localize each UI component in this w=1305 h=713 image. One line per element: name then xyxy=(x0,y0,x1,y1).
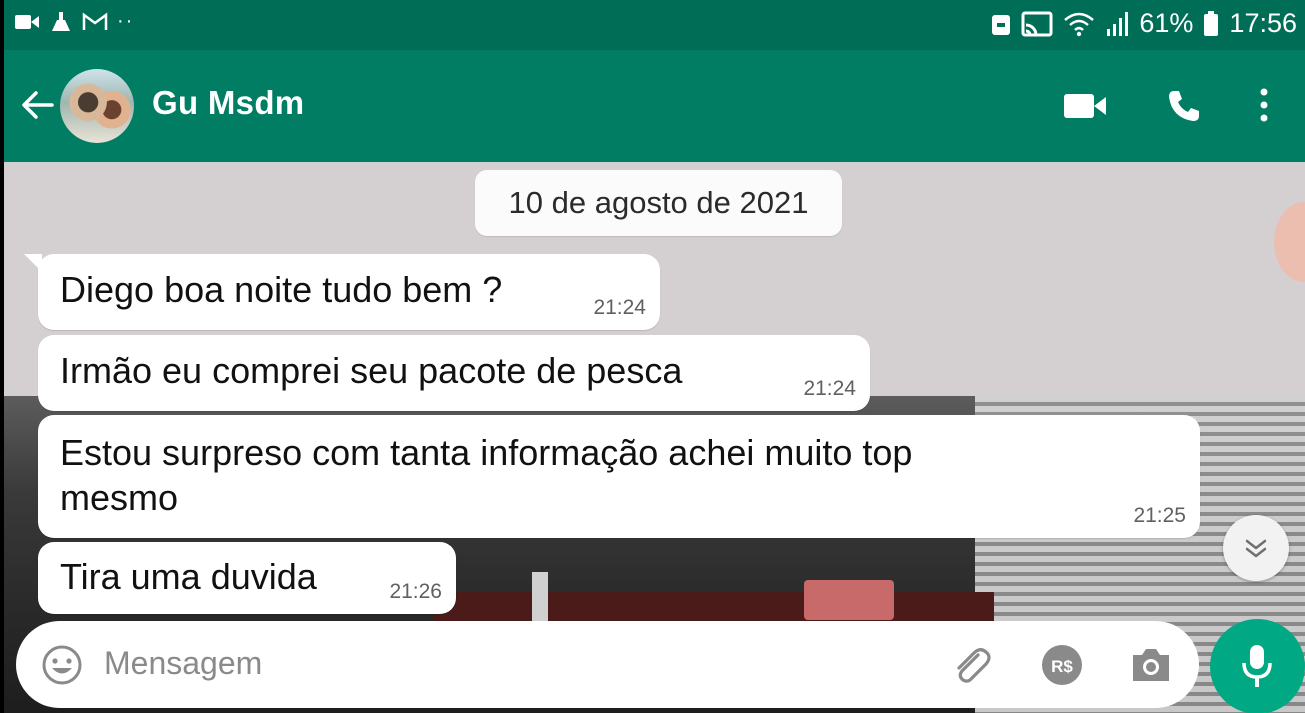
contact-name[interactable]: Gu Msdm xyxy=(152,84,304,122)
floating-bubble-edge[interactable] xyxy=(1274,202,1305,282)
payment-icon[interactable]: R$ xyxy=(1040,643,1084,687)
message-bubble[interactable]: Estou surpreso com tanta informação ache… xyxy=(38,415,1200,538)
message-text-line1: Estou surpreso com tanta informação ache… xyxy=(60,432,913,473)
message-bubble[interactable]: Diego boa noite tudo bem ? 21:24 xyxy=(24,254,660,330)
mic-icon xyxy=(1242,645,1272,687)
scroll-to-bottom-button[interactable] xyxy=(1223,515,1289,581)
whatsapp-screen: ·· 61% 17:56 Gu Msdm 10 de agosto de 202… xyxy=(4,0,1305,713)
date-separator: 10 de agosto de 2021 xyxy=(475,170,842,236)
message-text: Irmão eu comprei seu pacote de pesca xyxy=(60,350,683,391)
contact-avatar[interactable] xyxy=(60,69,134,143)
status-right-icons: 61% 17:56 xyxy=(991,8,1297,39)
cast-icon xyxy=(1021,11,1053,36)
message-time: 21:24 xyxy=(593,296,646,319)
message-bubble[interactable]: Tira uma duvida 21:26 xyxy=(38,542,456,614)
date-label: 10 de agosto de 2021 xyxy=(508,185,809,220)
status-bar: ·· 61% 17:56 xyxy=(4,0,1305,50)
wallpaper-box xyxy=(804,580,894,620)
wifi-icon xyxy=(1064,12,1095,36)
emoji-icon[interactable] xyxy=(40,643,84,687)
bubble-tail xyxy=(24,254,42,272)
mic-button[interactable] xyxy=(1210,619,1305,713)
video-call-icon[interactable] xyxy=(1063,92,1107,120)
message-text-line2: mesmo xyxy=(60,477,179,518)
battery-icon xyxy=(1204,10,1219,36)
chat-header: Gu Msdm xyxy=(4,50,1305,162)
signal-icon xyxy=(1107,11,1129,36)
video-icon xyxy=(15,14,39,29)
message-time: 21:26 xyxy=(389,580,442,603)
message-composer: Mensagem R$ xyxy=(16,621,1199,708)
message-time: 21:25 xyxy=(1133,504,1186,527)
camera-icon[interactable] xyxy=(1129,645,1173,685)
dnd-icon xyxy=(992,14,1011,35)
status-left-icons: ·· xyxy=(14,10,134,33)
gmail-icon xyxy=(82,12,108,30)
message-text: Diego boa noite tudo bem ? xyxy=(60,269,503,310)
back-arrow-icon[interactable] xyxy=(18,86,56,124)
message-input[interactable]: Mensagem xyxy=(104,645,262,682)
overflow-menu-icon[interactable] xyxy=(1259,87,1269,123)
svg-text:R$: R$ xyxy=(1051,657,1073,676)
broom-icon xyxy=(52,11,70,31)
attach-icon[interactable] xyxy=(948,643,994,689)
message-text: Tira uma duvida xyxy=(60,556,317,597)
more-notifications-icon: ·· xyxy=(117,10,135,32)
double-chevron-down-icon xyxy=(1245,539,1267,558)
message-bubble[interactable]: Irmão eu comprei seu pacote de pesca 21:… xyxy=(38,335,870,411)
clock: 17:56 xyxy=(1229,8,1297,38)
battery-percent: 61% xyxy=(1139,8,1194,38)
phone-icon[interactable] xyxy=(1166,88,1202,124)
message-time: 21:24 xyxy=(803,377,856,400)
